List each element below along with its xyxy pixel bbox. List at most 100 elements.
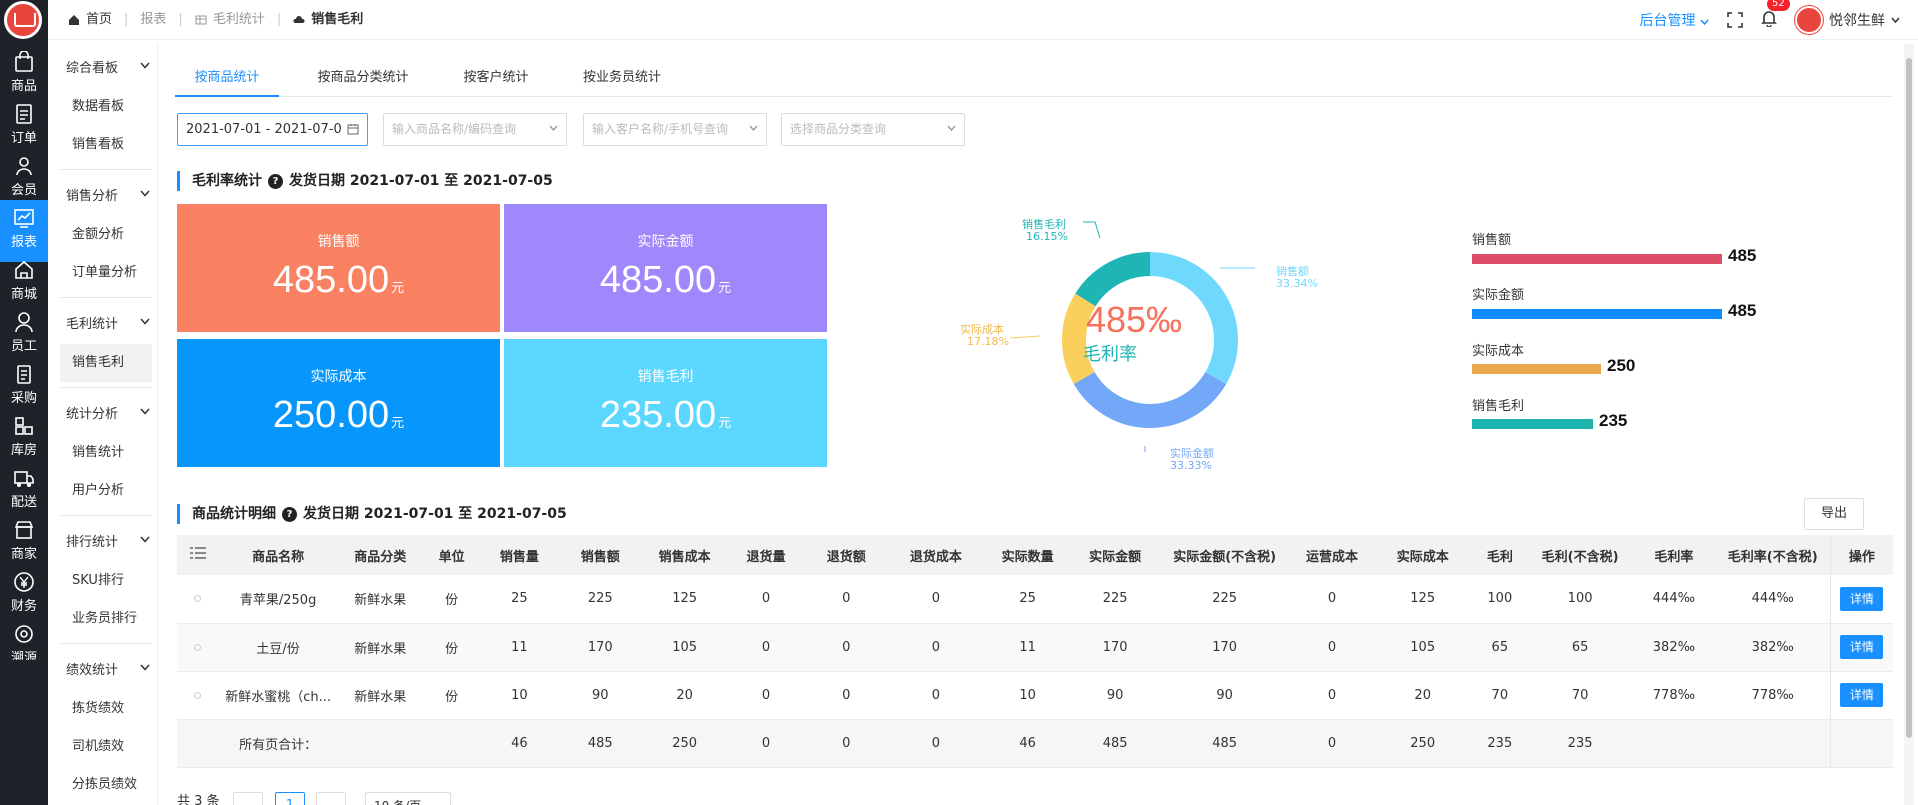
- menu-group-overview: 综合看板 数据看板 销售看板: [60, 50, 152, 164]
- customer-search-select[interactable]: 输入客户名称/手机号查询: [583, 113, 767, 146]
- card-actual-cost: 实际成本 250.00 元: [177, 339, 500, 467]
- card-sales-value: 485.00: [272, 259, 390, 301]
- pager-page-1[interactable]: 1: [275, 792, 305, 805]
- bar-sales-profit: [1472, 419, 1593, 429]
- pager-size-select[interactable]: 10 条/页: [365, 792, 451, 805]
- purchase-icon: [17, 365, 31, 384]
- menu-group-title[interactable]: 排行统计: [60, 524, 152, 562]
- card-sales: 销售额 485.00 元: [177, 204, 500, 332]
- pager-total: 共 3 条: [177, 794, 220, 805]
- th-return-cost: 退货成本: [887, 535, 984, 575]
- tab-by-salesman[interactable]: 按业务员统计: [567, 62, 677, 97]
- menu-item-sales-board[interactable]: 销售看板: [60, 126, 152, 164]
- breadcrumb-current: 销售毛利: [311, 12, 364, 27]
- menu-item-amount[interactable]: 金额分析: [60, 216, 152, 254]
- breadcrumb-home[interactable]: 首页: [86, 0, 112, 40]
- product-detail-table: 商品名称 商品分类 单位 销售量 销售额 销售成本 退货量 退货额 退货成本 实…: [177, 535, 1893, 768]
- th-profit: 毛利: [1471, 535, 1528, 575]
- row-select[interactable]: [194, 643, 202, 651]
- donut-center-value: 485‰: [1086, 299, 1182, 340]
- category-select[interactable]: 选择商品分类查询: [781, 113, 965, 146]
- tab-by-product[interactable]: 按商品统计: [175, 62, 279, 97]
- help-icon[interactable]: ?: [282, 507, 297, 522]
- menu-item-driver-perf[interactable]: 司机绩效: [60, 728, 152, 766]
- table-row: 青苹果/250g 新鲜水果份 25 225 125 000 25 225 225 0 125…: [177, 575, 1893, 624]
- menu-divider: [60, 643, 152, 644]
- table-row: 土豆/份 新鲜水果份 11 170 105 000 11 170 170 0 105 65 6…: [177, 623, 1893, 672]
- finance-icon: [14, 572, 34, 592]
- admin-menu[interactable]: 后台管理: [1640, 10, 1709, 30]
- top-header: 首页 | 报表 | 毛利统计 | 销售毛利 后台管理 52 悦邻生鲜: [48, 0, 1918, 40]
- donut-label-actual-amount: 实际金额: [1170, 446, 1214, 460]
- breadcrumb-separator: |: [276, 12, 282, 27]
- breadcrumb-reports[interactable]: 报表: [140, 0, 166, 40]
- table-header-row: 商品名称 商品分类 单位 销售量 销售额 销售成本 退货量 退货额 退货成本 实…: [177, 535, 1893, 575]
- menu-item-order-count[interactable]: 订单量分析: [60, 254, 152, 292]
- menu-divider: [60, 515, 152, 516]
- pager-prev-button[interactable]: [233, 792, 263, 805]
- menu-group-title[interactable]: 绩效统计: [60, 652, 152, 690]
- menu-item-picking-perf[interactable]: 拣货绩效: [60, 690, 152, 728]
- bar-label: 销售额: [1472, 233, 1512, 248]
- donut-label-actual-cost: 实际成本: [960, 322, 1004, 336]
- page-scrollbar-thumb[interactable]: [1906, 58, 1912, 738]
- th-sales-amount: 销售额: [558, 535, 642, 575]
- card-actual-amount-value: 485.00: [599, 259, 717, 301]
- member-icon: [16, 157, 32, 176]
- notification-button[interactable]: 52: [1761, 0, 1790, 31]
- staff-icon: [15, 312, 33, 333]
- detail-button[interactable]: 详情: [1840, 586, 1884, 611]
- fullscreen-icon[interactable]: [1727, 12, 1743, 28]
- breadcrumb-profit[interactable]: 毛利统计: [213, 0, 265, 40]
- nav-trace[interactable]: 溯源: [0, 616, 48, 660]
- detail-button[interactable]: 详情: [1840, 683, 1884, 707]
- table-row: 新鲜水蜜桃（ch... 新鲜水果份 10 90 20 000 10 90 90 0 20 70…: [177, 671, 1893, 720]
- menu-item-sales-profit[interactable]: 销售毛利: [60, 344, 152, 382]
- th-operating-cost: 运营成本: [1290, 535, 1374, 575]
- export-button[interactable]: 导出: [1804, 498, 1864, 530]
- th-category: 商品分类: [337, 535, 424, 575]
- chevron-down-icon: [749, 125, 758, 131]
- bar-sales: [1472, 254, 1722, 264]
- menu-group-title[interactable]: 综合看板: [60, 50, 152, 88]
- column-settings-icon[interactable]: [177, 535, 219, 575]
- menu-group-title[interactable]: 统计分析: [60, 396, 152, 434]
- detail-button[interactable]: 详情: [1840, 635, 1884, 659]
- bar-label: 实际成本: [1472, 344, 1525, 359]
- menu-item-data-board[interactable]: 数据看板: [60, 88, 152, 126]
- donut-segment-sales-profit: [1075, 252, 1151, 307]
- date-range-picker[interactable]: 2021-07-01 - 2021-07-05: [177, 113, 368, 146]
- chevron-down-icon: [140, 536, 150, 543]
- menu-item-sales-stats[interactable]: 销售统计: [60, 434, 152, 472]
- bar-value: 250: [1607, 356, 1636, 375]
- menu-item-sku-rank[interactable]: SKU排行: [60, 562, 152, 600]
- trace-icon: [15, 625, 33, 643]
- avatar: [1795, 6, 1823, 34]
- chevron-down-icon: [549, 125, 558, 131]
- menu-item-user-analysis[interactable]: 用户分析: [60, 472, 152, 510]
- row-select[interactable]: [194, 691, 202, 699]
- pager-next-button[interactable]: [316, 792, 346, 805]
- user-menu[interactable]: 悦邻生鲜: [1795, 6, 1900, 34]
- menu-group-title[interactable]: 毛利统计: [60, 306, 152, 344]
- tab-by-customer[interactable]: 按客户统计: [448, 62, 544, 97]
- cloud-icon: [293, 16, 305, 23]
- row-select[interactable]: [194, 595, 202, 603]
- product-search-select[interactable]: 输入商品名称/编码查询: [383, 113, 567, 146]
- brand-logo[interactable]: [4, 1, 42, 39]
- th-return-qty: 退货量: [727, 535, 805, 575]
- menu-item-sorter-perf[interactable]: 分拣员绩效: [60, 766, 152, 804]
- th-return-amount: 退货额: [804, 535, 888, 575]
- menu-group-title[interactable]: 销售分析: [60, 178, 152, 216]
- donut-segment-actual-cost: [1062, 293, 1096, 384]
- menu-divider: [60, 297, 152, 298]
- breadcrumb-separator: |: [178, 12, 183, 27]
- help-icon[interactable]: ?: [268, 174, 283, 189]
- delivery-icon: [14, 471, 34, 487]
- tab-by-category[interactable]: 按商品分类统计: [300, 62, 426, 97]
- menu-item-salesman-rank[interactable]: 业务员排行: [60, 600, 152, 638]
- chevron-down-icon: [140, 62, 150, 69]
- donut-pct-actual-amount: 33.33%: [1170, 459, 1212, 472]
- th-profit-rate: 毛利率: [1632, 535, 1716, 575]
- th-actual-qty: 实际数量: [983, 535, 1072, 575]
